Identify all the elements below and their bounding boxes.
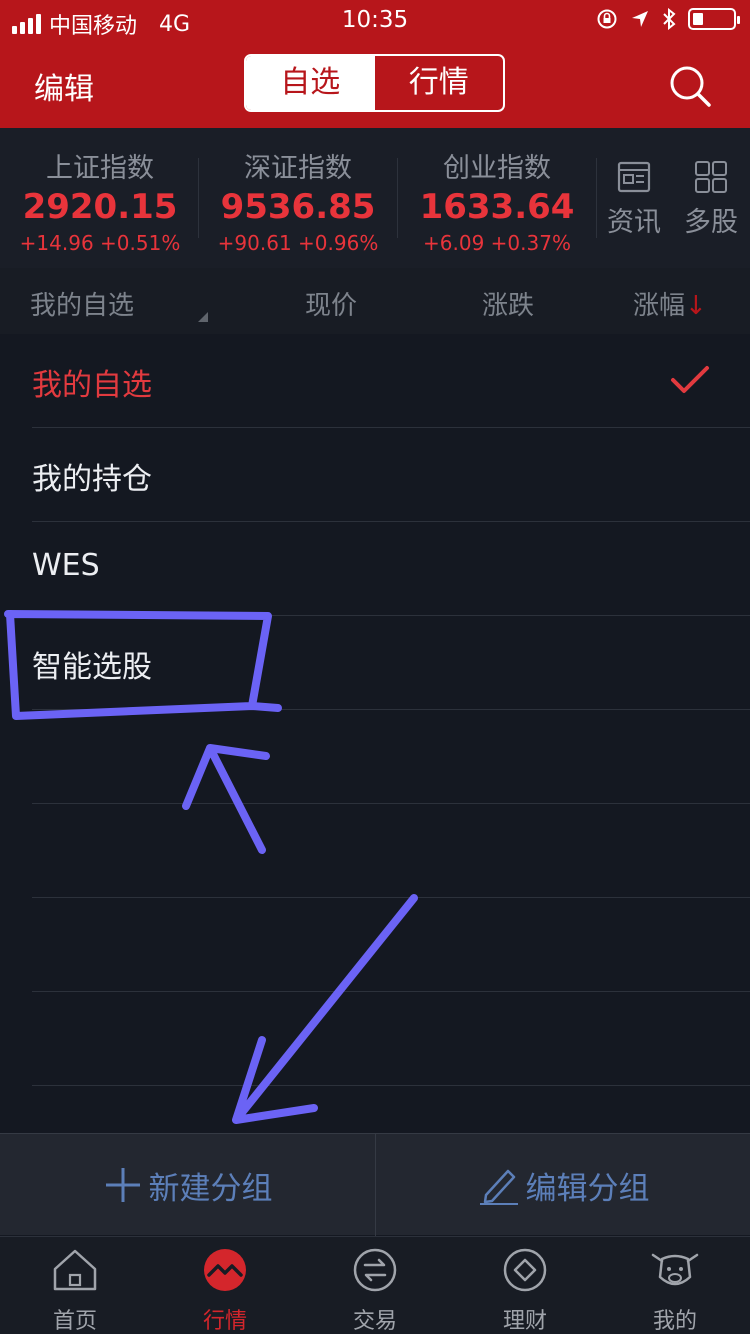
tab-label: 行情 — [202, 1309, 247, 1334]
group-label: 我的自选 — [32, 368, 152, 403]
edit-group-label: 编辑分组 — [525, 1170, 650, 1207]
index-value: 1633.64 — [419, 187, 575, 227]
index-name: 深证指数 — [244, 153, 352, 184]
divider — [32, 1085, 750, 1086]
group-label: 我的持仓 — [32, 462, 152, 497]
col-change[interactable]: 涨跌 — [482, 285, 534, 322]
index-change: +14.96 +0.51% — [19, 231, 181, 255]
check-icon — [671, 366, 709, 393]
index-shenzhen[interactable]: 深证指数 9536.85 +90.61 +0.96% — [203, 146, 393, 255]
tab-market[interactable]: 行情 — [375, 56, 504, 110]
col-change-pct-label: 涨幅 — [633, 291, 686, 321]
index-shanghai[interactable]: 上证指数 2920.15 +14.96 +0.51% — [5, 146, 195, 255]
divider — [397, 158, 398, 238]
group-item[interactable]: 智能选股 — [0, 616, 750, 710]
battery-icon — [688, 8, 740, 30]
edit-button[interactable]: 编辑 — [34, 64, 94, 108]
profile-icon — [651, 1253, 699, 1286]
news-button[interactable]: 资讯 — [599, 160, 669, 239]
empty-row — [0, 710, 750, 804]
group-actions-bar: 新建分组 编辑分组 — [0, 1133, 750, 1236]
divider — [596, 158, 597, 238]
tab-finance[interactable]: 理财 — [450, 1247, 600, 1334]
edit-group-button[interactable]: 编辑分组 — [376, 1134, 750, 1236]
bluetooth-icon — [663, 8, 676, 30]
tab-market[interactable]: 行情 — [150, 1247, 300, 1334]
tab-label: 交易 — [352, 1309, 397, 1334]
dropdown-corner-icon — [198, 312, 208, 322]
market-icon — [204, 1249, 246, 1291]
trade-icon — [353, 1248, 397, 1292]
empty-row — [0, 992, 750, 1086]
col-change-pct[interactable]: 涨幅↓ — [633, 285, 707, 322]
empty-row — [0, 804, 750, 898]
index-name: 创业指数 — [443, 153, 551, 184]
group-item[interactable]: 我的自选 — [0, 334, 750, 428]
index-change: +90.61 +0.96% — [217, 231, 379, 255]
tab-home[interactable]: 首页 — [0, 1247, 150, 1334]
multi-stock-label: 多股 — [684, 207, 738, 238]
index-strip: 上证指数 2920.15 +14.96 +0.51% 深证指数 9536.85 … — [0, 128, 750, 268]
pencil-icon — [479, 1169, 518, 1205]
app-header: 中国移动 4G 10:35 编辑 自选 行情 — [0, 0, 750, 128]
tab-trade[interactable]: 交易 — [300, 1247, 450, 1334]
group-label: 智能选股 — [32, 650, 152, 685]
plus-icon — [105, 1168, 140, 1202]
tab-bar: 首页 行情 交易 理财 我的 — [0, 1236, 750, 1334]
search-icon[interactable] — [668, 64, 712, 108]
status-bar: 中国移动 4G 10:35 — [0, 0, 750, 42]
tab-watchlist[interactable]: 自选 — [246, 56, 375, 110]
empty-row — [0, 898, 750, 992]
news-label: 资讯 — [607, 207, 661, 238]
group-label: WES — [32, 548, 100, 583]
col-price[interactable]: 现价 — [305, 285, 357, 322]
index-value: 9536.85 — [220, 187, 376, 227]
rotation-lock-icon — [597, 9, 617, 29]
group-item[interactable]: WES — [0, 522, 750, 616]
grid-icon — [695, 161, 727, 193]
nav-bar: 编辑 自选 行情 — [0, 42, 750, 128]
news-icon — [617, 161, 651, 193]
status-right — [596, 8, 740, 30]
segmented-control: 自选 行情 — [244, 54, 505, 112]
sort-arrow-icon: ↓ — [685, 291, 707, 321]
index-name: 上证指数 — [46, 153, 154, 184]
finance-icon — [503, 1248, 547, 1292]
location-icon — [632, 11, 648, 27]
index-change: +6.09 +0.37% — [423, 231, 571, 255]
tab-label: 首页 — [52, 1309, 97, 1334]
multi-stock-button[interactable]: 多股 — [676, 160, 746, 239]
tab-label: 我的 — [652, 1309, 697, 1334]
column-header: 我的自选 现价 涨跌 涨幅↓ — [0, 268, 750, 334]
home-icon — [53, 1249, 97, 1291]
group-selector[interactable]: 我的自选 — [30, 285, 134, 322]
new-group-label: 新建分组 — [148, 1170, 273, 1207]
index-chinext[interactable]: 创业指数 1633.64 +6.09 +0.37% — [402, 146, 592, 255]
tab-label: 理财 — [502, 1309, 547, 1334]
tab-profile[interactable]: 我的 — [600, 1247, 750, 1334]
group-item[interactable]: 我的持仓 — [0, 428, 750, 522]
new-group-button[interactable]: 新建分组 — [0, 1134, 375, 1236]
divider — [198, 158, 199, 238]
index-value: 2920.15 — [22, 187, 178, 227]
